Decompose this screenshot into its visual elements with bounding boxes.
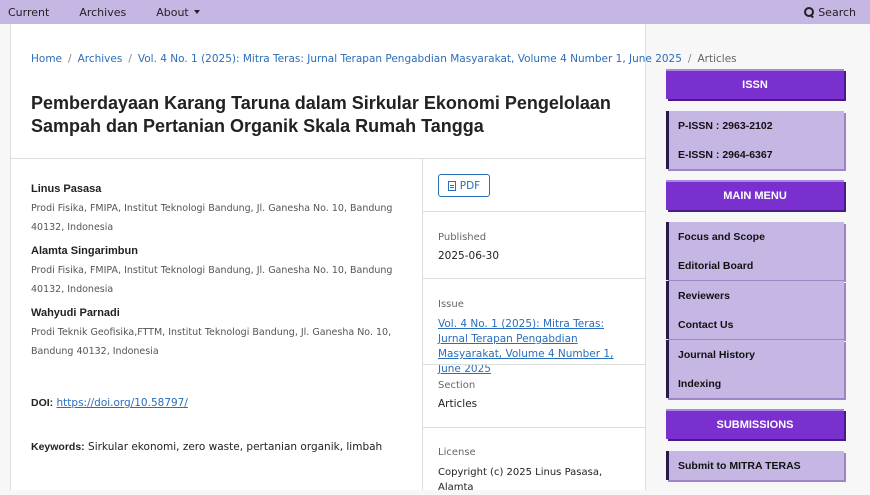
breadcrumb-current: Articles bbox=[697, 53, 737, 65]
author-entry: Alamta Singarimbun Prodi Fisika, FMIPA, … bbox=[31, 245, 401, 299]
breadcrumb-issue-link[interactable]: Vol. 4 No. 1 (2025): Mitra Teras: Jurnal… bbox=[138, 53, 682, 65]
menu-contact-us[interactable]: Contact Us bbox=[666, 310, 844, 339]
menu-reviewers[interactable]: Reviewers bbox=[666, 281, 844, 310]
article-main-panel: Home / Archives / Vol. 4 No. 1 (2025): Mitra… bbox=[10, 24, 737, 493]
pdf-button-label: PDF bbox=[459, 179, 481, 192]
published-date: 2025-06-30 bbox=[438, 250, 500, 262]
breadcrumb-separator: / bbox=[128, 53, 132, 65]
search-icon bbox=[804, 7, 815, 17]
breadcrumb-separator: / bbox=[687, 53, 692, 65]
author-affiliation: Prodi Fisika, FMIPA, Institut Teknologi … bbox=[31, 203, 393, 233]
section-label: Section bbox=[438, 380, 476, 391]
menu-focus-scope[interactable]: Focus and Scope bbox=[666, 222, 844, 251]
breadcrumb: Home / Archives / Vol. 4 No. 1 (2025): Mitra… bbox=[31, 53, 737, 65]
doi-line: DOI: https://doi.org/10.58797/ bbox=[31, 397, 188, 409]
author-affiliation: Prodi Fisika, FMIPA, Institut Teknologi … bbox=[31, 265, 393, 295]
section-value: Articles bbox=[438, 398, 478, 410]
doi-link[interactable]: https://doi.org/10.58797/ bbox=[57, 397, 188, 409]
search-link[interactable]: Search bbox=[804, 0, 856, 24]
column-divider bbox=[422, 159, 423, 490]
submit-link[interactable]: Submit to MITRA TERAS bbox=[666, 451, 844, 480]
keywords-line: Keywords: Sirkular ekonomi, zero waste, … bbox=[31, 441, 382, 453]
main-menu-title: MAIN MENU bbox=[666, 180, 844, 210]
chevron-down-icon bbox=[193, 10, 200, 14]
breadcrumb-separator: / bbox=[68, 53, 72, 65]
file-icon bbox=[447, 180, 456, 191]
keywords-value: Sirkular ekonomi, zero waste, pertanian … bbox=[88, 441, 383, 453]
license-text: Copyright (c) 2025 Linus Pasasa, Alamta bbox=[438, 467, 603, 493]
keywords-label: Keywords: bbox=[31, 441, 85, 453]
published-label: Published bbox=[438, 232, 487, 243]
top-navigation-bar: Current Archives About Search bbox=[0, 0, 870, 24]
eissn-item: E-ISSN : 2964-6367 bbox=[666, 140, 844, 169]
pdf-download-button[interactable]: PDF bbox=[438, 174, 490, 197]
details-divider bbox=[423, 211, 645, 212]
issue-label: Issue bbox=[438, 299, 464, 310]
submissions-block-title: SUBMISSIONS bbox=[666, 409, 844, 439]
author-name: Alamta Singarimbun bbox=[31, 245, 138, 257]
issue-link[interactable]: Vol. 4 No. 1 (2025): Mitra Teras: Jurnal… bbox=[438, 317, 633, 377]
pissn-item: P-ISSN : 2963-2102 bbox=[666, 111, 844, 140]
author-list: Linus Pasasa Prodi Fisika, FMIPA, Instit… bbox=[31, 183, 401, 369]
details-divider bbox=[423, 427, 645, 428]
breadcrumb-archives-link[interactable]: Archives bbox=[78, 53, 123, 65]
author-name: Wahyudi Parnadi bbox=[31, 307, 120, 319]
title-divider bbox=[11, 158, 645, 159]
menu-journal-history[interactable]: Journal History bbox=[666, 340, 844, 369]
details-divider bbox=[423, 364, 645, 365]
issn-block-title: ISSN bbox=[666, 69, 844, 99]
menu-editorial-board[interactable]: Editorial Board bbox=[666, 251, 844, 280]
nav-about-label: About bbox=[156, 5, 189, 19]
author-affiliation: Prodi Teknik Geofisika,FTTM, Institut Te… bbox=[31, 327, 392, 357]
nav-archives-link[interactable]: Archives bbox=[79, 6, 126, 19]
nav-current-link[interactable]: Current bbox=[8, 6, 49, 19]
menu-indexing[interactable]: Indexing bbox=[666, 369, 844, 398]
nav-about-menu[interactable]: About bbox=[156, 6, 200, 19]
doi-label: DOI: bbox=[31, 397, 54, 409]
author-entry: Wahyudi Parnadi Prodi Teknik Geofisika,F… bbox=[31, 307, 401, 361]
details-divider bbox=[423, 278, 645, 279]
primary-nav: Current Archives About bbox=[0, 6, 222, 19]
breadcrumb-home-link[interactable]: Home bbox=[31, 53, 62, 65]
search-label: Search bbox=[818, 5, 856, 19]
author-name: Linus Pasasa bbox=[31, 183, 102, 195]
author-entry: Linus Pasasa Prodi Fisika, FMIPA, Instit… bbox=[31, 183, 401, 237]
license-label: License bbox=[438, 447, 476, 458]
article-title: Pemberdayaan Karang Taruna dalam Sirkula… bbox=[31, 93, 611, 136]
